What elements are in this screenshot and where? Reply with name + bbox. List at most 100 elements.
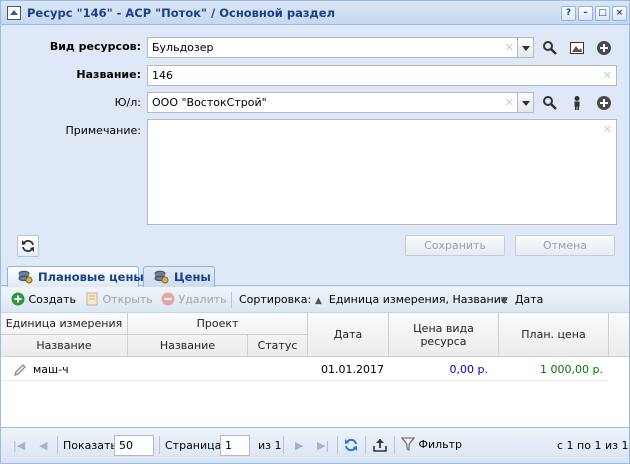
resource-type-value: Бульдозер	[152, 41, 214, 54]
minus-circle-icon	[161, 292, 175, 306]
close-button[interactable]: ×	[612, 6, 627, 21]
next-page-icon[interactable]: ▶	[295, 439, 303, 452]
paging-separator	[57, 436, 58, 454]
cell-plan-price: 1 000,00 р.	[540, 363, 603, 376]
paging-separator	[283, 436, 284, 454]
export-button[interactable]	[372, 437, 388, 456]
coins-icon	[18, 270, 33, 284]
tab-label: Плановые цены	[38, 270, 144, 284]
filter-label: Фильтр	[418, 438, 463, 451]
filter-button[interactable]: Фильтр	[400, 437, 463, 451]
tab-label: Цены	[174, 270, 211, 284]
plan-prices-grid-panel: Создать Открыть Удалить Сортировка: ▲ Ед…	[1, 287, 629, 427]
header-plan-price[interactable]: План. цена	[499, 313, 609, 357]
sort-ascending-icon: ▲	[315, 296, 322, 306]
header-spacer	[609, 313, 629, 357]
clear-icon[interactable]: ✕	[603, 123, 612, 136]
plus-circle-icon	[597, 41, 611, 55]
sort-unit-name-button[interactable]: ▲ Единица измерения, Название	[315, 293, 508, 306]
window-title: Ресурс "146" - АСР "Поток" / Основной ра…	[27, 6, 336, 20]
magnifier-icon	[543, 96, 557, 110]
header-status[interactable]: Статус	[248, 335, 308, 357]
header-group-project: Проект	[128, 313, 308, 335]
refresh-icon	[22, 240, 34, 252]
sort-date-label: Дата	[514, 293, 544, 306]
minimize-button[interactable]: –	[578, 6, 593, 21]
sort-descending-icon: ▼	[501, 296, 508, 306]
cell-unit: маш-ч	[33, 363, 69, 376]
name-value: 146	[152, 69, 173, 82]
open-button[interactable]: Открыть	[85, 292, 153, 306]
maximize-button[interactable]: □	[595, 6, 610, 21]
paging-separator	[159, 436, 160, 454]
header-group-unit: Единица измерения	[1, 313, 128, 335]
document-icon	[86, 292, 98, 306]
resource-form: Вид ресурсов: Бульдозер ✕ Название: 146 …	[7, 29, 624, 262]
funnel-icon	[400, 437, 416, 451]
refresh-icon	[345, 438, 357, 452]
tab-plan-prices[interactable]: Плановые цены	[7, 266, 144, 288]
plus-circle-icon	[11, 292, 25, 306]
sort-label: Сортировка:	[239, 293, 312, 306]
grid-header: Единица измерения Проект Название Назван…	[1, 313, 629, 357]
page-label: Страница	[165, 439, 222, 452]
delete-button[interactable]: Удалить	[161, 292, 227, 306]
legal-entity-dropdown-trigger[interactable]	[517, 92, 534, 113]
resource-type-combo[interactable]: Бульдозер ✕	[147, 37, 519, 58]
legal-entity-value: ООО "ВостокСтрой"	[152, 96, 267, 109]
upload-icon	[373, 439, 387, 452]
paging-separator	[337, 436, 338, 454]
legal-entity-label: Ю/л:	[114, 96, 141, 109]
person-icon	[574, 96, 580, 110]
resource-type-dropdown-trigger[interactable]	[517, 37, 534, 58]
table-row[interactable]: маш-ч 01.01.2017 0,00 р. 1 000,00 р.	[1, 359, 609, 381]
grid-toolbar: Создать Открыть Удалить Сортировка: ▲ Ед…	[1, 287, 629, 313]
prev-page-icon[interactable]: ◀	[39, 439, 47, 452]
image-button[interactable]	[566, 37, 588, 58]
name-input[interactable]: 146 ✕	[147, 65, 617, 86]
create-button[interactable]: Создать	[11, 292, 76, 306]
paging-separator	[394, 436, 395, 454]
legal-entity-combo[interactable]: ООО "ВостокСтрой" ✕	[147, 92, 519, 113]
window-icon	[7, 6, 21, 20]
tab-strip: Плановые цены Цены	[1, 264, 629, 288]
header-unit-name[interactable]: Название	[1, 335, 128, 357]
add-resource-type-button[interactable]	[593, 37, 615, 58]
refresh-form-button[interactable]	[17, 235, 39, 257]
help-button[interactable]: ?	[561, 6, 576, 21]
create-label: Создать	[28, 293, 77, 306]
sort-unit-name-label: Единица измерения, Название	[328, 293, 508, 306]
save-button[interactable]: Сохранить	[405, 235, 505, 256]
page-number-input[interactable]: 1	[220, 435, 250, 456]
cell-date: 01.01.2017	[321, 363, 384, 376]
add-legal-entity-button[interactable]	[593, 92, 615, 113]
clear-icon[interactable]: ✕	[505, 96, 514, 109]
tab-prices[interactable]: Цены	[143, 266, 215, 287]
person-button[interactable]	[566, 92, 588, 113]
name-label: Название:	[76, 68, 141, 81]
last-page-icon[interactable]: ▶|	[317, 439, 329, 452]
page-size-input[interactable]: 50	[114, 435, 154, 456]
cancel-button[interactable]: Отмена	[515, 235, 615, 256]
header-project-name[interactable]: Название	[128, 335, 248, 357]
delete-label: Удалить	[178, 293, 227, 306]
note-textarea[interactable]: ✕	[147, 119, 617, 225]
refresh-grid-button[interactable]	[343, 437, 359, 456]
search-button[interactable]	[539, 37, 561, 58]
header-price-type[interactable]: Цена вида ресурса	[389, 313, 499, 357]
header-date[interactable]: Дата	[308, 313, 389, 357]
paging-summary: с 1 по 1 из 1	[557, 439, 629, 452]
cell-price-type: 0,00 р.	[449, 363, 488, 376]
clear-icon[interactable]: ✕	[505, 41, 514, 54]
page-count-text: из 1	[258, 439, 282, 452]
title-bar[interactable]: Ресурс "146" - АСР "Поток" / Основной ра…	[1, 1, 629, 25]
first-page-icon[interactable]: |◀	[13, 439, 25, 452]
pencil-icon	[13, 364, 26, 377]
search-button[interactable]	[539, 92, 561, 113]
magnifier-icon	[543, 41, 557, 55]
page-size-label: Показать	[63, 439, 117, 452]
toolbar-separator	[231, 292, 232, 308]
plus-circle-icon	[597, 96, 611, 110]
sort-date-button[interactable]: ▼ Дата	[501, 293, 543, 306]
clear-icon[interactable]: ✕	[603, 69, 612, 82]
